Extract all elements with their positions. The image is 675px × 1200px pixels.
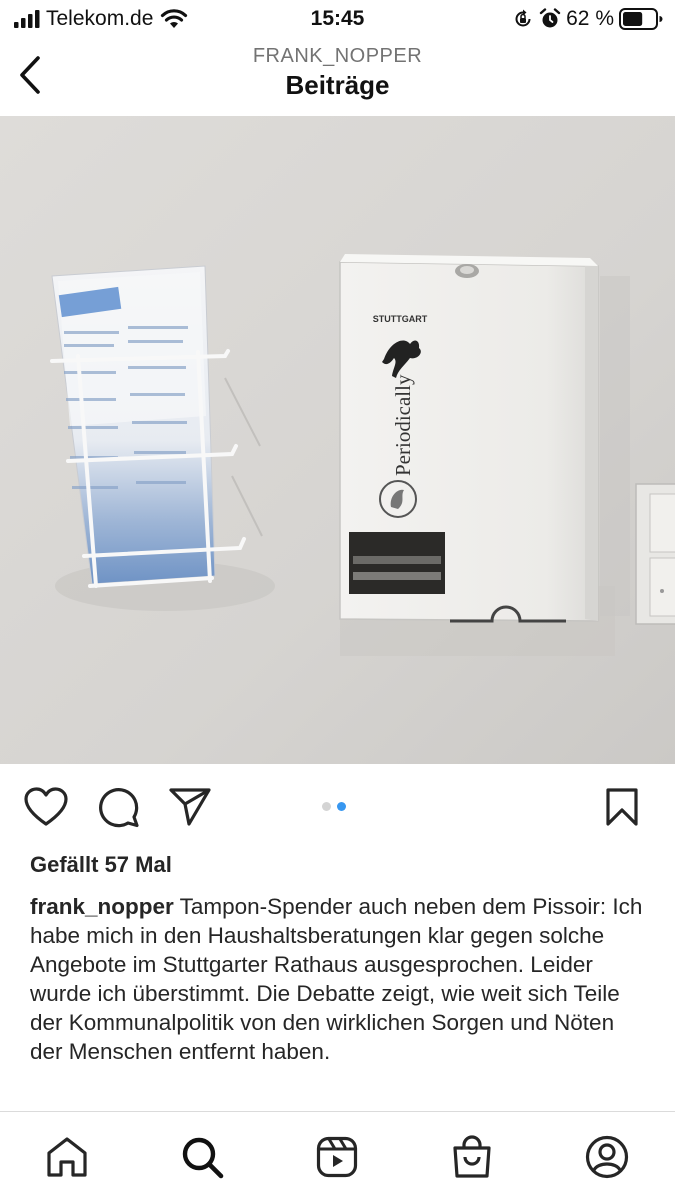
status-right: 62 % [513, 7, 663, 31]
alarm-icon [539, 8, 561, 28]
restroom-photo: STUTTGART Periodically [0, 116, 675, 764]
bottom-nav [0, 1111, 675, 1200]
caption-username[interactable]: frank_nopper [30, 894, 174, 919]
page-title: Beiträge [285, 70, 390, 100]
tampon-dispenser [339, 254, 599, 623]
battery-icon [619, 8, 663, 30]
shop-icon [453, 1135, 491, 1178]
nav-shop[interactable] [448, 1133, 496, 1181]
carousel-indicator [322, 802, 346, 811]
dispenser-product-text: Periodically [391, 374, 415, 476]
likes-count[interactable]: Gefällt 57 Mal [30, 852, 172, 878]
heart-icon [24, 787, 68, 826]
carousel-dot [337, 802, 346, 811]
reels-icon [316, 1136, 358, 1178]
dispenser-brand-text: STUTTGART [373, 314, 428, 324]
share-button[interactable] [168, 785, 212, 829]
carousel-dot [322, 802, 331, 811]
nav-search[interactable] [178, 1133, 226, 1181]
profile-icon [585, 1135, 629, 1179]
light-switch [635, 483, 675, 625]
bookmark-icon [606, 788, 638, 826]
post-action-bar [0, 764, 675, 852]
post-header: FRANK_NOPPER Beiträge [0, 40, 675, 116]
status-bar: Telekom.de 15:45 62 % [0, 0, 675, 40]
search-icon [182, 1137, 224, 1179]
nav-home[interactable] [43, 1133, 91, 1181]
comment-button[interactable] [97, 785, 141, 829]
post-image[interactable]: STUTTGART Periodically [0, 116, 675, 764]
orientation-lock-icon [515, 9, 531, 27]
header-username[interactable]: FRANK_NOPPER [0, 45, 675, 68]
post-caption: frank_nopper Tampon-Spender auch neben d… [30, 892, 645, 1066]
nav-reels[interactable] [313, 1133, 361, 1181]
send-icon [169, 788, 211, 826]
save-button[interactable] [600, 785, 644, 829]
battery-percent: 62 % [566, 7, 614, 30]
home-icon [47, 1137, 87, 1177]
comment-icon [99, 788, 139, 828]
caption-text: Tampon-Spender auch neben dem Pissoir: I… [30, 894, 643, 1064]
like-button[interactable] [24, 785, 68, 829]
nav-profile[interactable] [583, 1133, 631, 1181]
